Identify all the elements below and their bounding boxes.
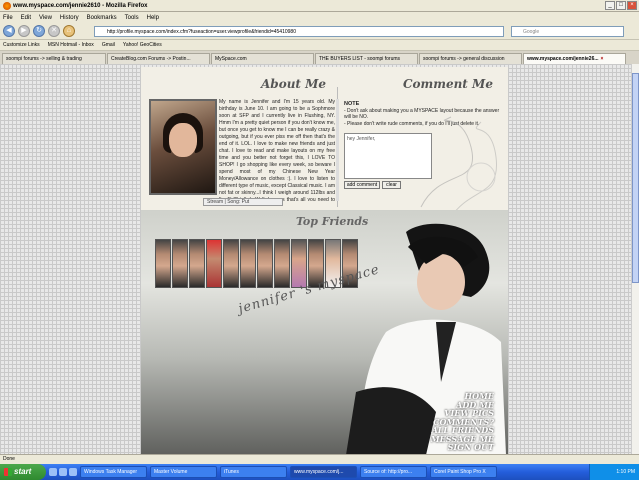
tab-label: soompi forums -> general discussion xyxy=(423,56,505,62)
tab-soompi-selling[interactable]: soompi forums -> selling & trading xyxy=(2,53,106,64)
menu-bookmarks[interactable]: Bookmarks xyxy=(87,15,117,21)
profile-photo[interactable] xyxy=(149,99,217,195)
tab-buyers-list[interactable]: THE BUYERS LIST - soompi forums xyxy=(315,53,418,64)
menu-view[interactable]: View xyxy=(39,15,52,21)
close-button[interactable]: × xyxy=(627,1,637,10)
task-master-volume[interactable]: Master Volume xyxy=(150,466,217,478)
tab-createblog[interactable]: CreateBlog.com Forums -> Postin... xyxy=(107,53,210,64)
back-arrow-icon[interactable]: ◀ xyxy=(3,25,15,37)
task-paint-shop[interactable]: Corel Paint Shop Pro X xyxy=(430,466,497,478)
task-task-manager[interactable]: Windows Task Manager xyxy=(80,466,147,478)
address-bar[interactable]: http://profile.myspace.com/index.cfm?fus… xyxy=(94,26,504,37)
bookmark-geocities[interactable]: Yahoo! GeoCities xyxy=(123,42,162,48)
task-source-view[interactable]: Source of: http://pro... xyxy=(360,466,427,478)
quick-launch-icon[interactable] xyxy=(59,468,67,476)
forward-arrow-icon[interactable]: ▶ xyxy=(18,25,30,37)
menu-tools[interactable]: Tools xyxy=(125,15,139,21)
tab-soompi-general[interactable]: soompi forums -> general discussion xyxy=(419,53,522,64)
menu-history[interactable]: History xyxy=(60,15,79,21)
browser-window: www.myspace.com/jennie2610 - Mozilla Fir… xyxy=(0,0,639,480)
note-heading: NOTE xyxy=(344,101,360,107)
tab-label: MySpace.com xyxy=(215,56,247,62)
title-bar: www.myspace.com/jennie2610 - Mozilla Fir… xyxy=(0,0,639,12)
window-title: www.myspace.com/jennie2610 - Mozilla Fir… xyxy=(13,2,148,9)
page-content: About Me Comment Me My name is Jennifer … xyxy=(0,64,631,455)
search-input[interactable]: Google xyxy=(511,26,624,37)
about-me-heading: About Me xyxy=(261,77,327,91)
tab-close-icon[interactable]: × xyxy=(601,54,604,64)
tab-label: soompi forums -> selling & trading xyxy=(6,56,82,62)
friend-thumbnail[interactable] xyxy=(291,239,307,288)
music-player[interactable]: Stream | Song: Put xyxy=(203,198,283,206)
about-me-text: My name is Jennifer and I'm 15 years old… xyxy=(219,99,335,201)
tab-myspace[interactable]: MySpace.com xyxy=(211,53,314,64)
tab-strip: soompi forums -> selling & trading Creat… xyxy=(0,51,639,64)
status-bar: Done xyxy=(0,454,639,464)
firefox-icon xyxy=(3,1,11,10)
maximize-button[interactable]: □ xyxy=(616,1,626,10)
decorative-swirl xyxy=(420,116,498,218)
task-firefox[interactable]: www.myspace.com/j... xyxy=(290,466,357,478)
bookmarks-toolbar: Customize Links MSN Hotmail - Inbox Gmai… xyxy=(0,40,639,51)
add-comment-button[interactable]: add comment xyxy=(344,181,380,189)
navigation-toolbar: ◀ ▶ ↻ ✕ ⌂ http://profile.myspace.com/ind… xyxy=(0,23,639,40)
start-button[interactable]: start xyxy=(0,464,46,480)
scrollbar-thumb[interactable] xyxy=(632,73,639,283)
friend-thumbnail[interactable] xyxy=(155,239,171,288)
bookmark-hotmail[interactable]: MSN Hotmail - Inbox xyxy=(48,42,94,48)
menu-file[interactable]: File xyxy=(3,15,13,21)
bookmark-customize-links[interactable]: Customize Links xyxy=(3,42,40,48)
tab-jennie-profile[interactable]: www.myspace.com/jennie26... × xyxy=(523,53,626,64)
minimize-button[interactable]: _ xyxy=(605,1,615,10)
quick-launch-icon[interactable] xyxy=(49,468,57,476)
reload-icon[interactable]: ↻ xyxy=(33,25,45,37)
task-itunes[interactable]: iTunes xyxy=(220,466,287,478)
quick-launch-icon[interactable] xyxy=(69,468,77,476)
menu-help[interactable]: Help xyxy=(147,15,159,21)
friend-thumbnail[interactable] xyxy=(240,239,256,288)
about-scrollbar[interactable] xyxy=(336,99,339,201)
system-tray: 1:10 PM xyxy=(589,464,639,480)
profile-nav-links: HOME ADD ME VIEW PICS COMMENTS? ALL FRIE… xyxy=(431,392,494,452)
taskbar: start Windows Task Manager Master Volume… xyxy=(0,464,639,480)
friend-thumbnail[interactable] xyxy=(223,239,239,288)
menu-edit[interactable]: Edit xyxy=(21,15,31,21)
clock[interactable]: 1:10 PM xyxy=(616,469,635,475)
friend-thumbnail[interactable] xyxy=(189,239,205,288)
clear-button[interactable]: clear xyxy=(382,181,401,189)
friend-thumbnail[interactable] xyxy=(172,239,188,288)
comment-me-heading: Comment Me xyxy=(403,77,493,91)
photo-face xyxy=(169,123,197,157)
tab-label: THE BUYERS LIST - soompi forums xyxy=(319,56,401,62)
tab-label: CreateBlog.com Forums -> Postin... xyxy=(111,56,191,62)
menu-bar: File Edit View History Bookmarks Tools H… xyxy=(0,12,639,23)
bookmark-gmail[interactable]: Gmail xyxy=(102,42,115,48)
quick-launch xyxy=(49,468,77,476)
tab-label: www.myspace.com/jennie26... xyxy=(527,56,599,62)
friend-thumbnail[interactable] xyxy=(257,239,273,288)
home-icon[interactable]: ⌂ xyxy=(63,25,75,37)
page-scrollbar[interactable] xyxy=(631,64,639,454)
stop-icon[interactable]: ✕ xyxy=(48,25,60,37)
profile-layout: About Me Comment Me My name is Jennifer … xyxy=(141,67,508,455)
friend-thumbnail[interactable] xyxy=(274,239,290,288)
friend-thumbnail[interactable] xyxy=(206,239,222,288)
link-sign-out[interactable]: SIGN OUT xyxy=(431,443,494,452)
